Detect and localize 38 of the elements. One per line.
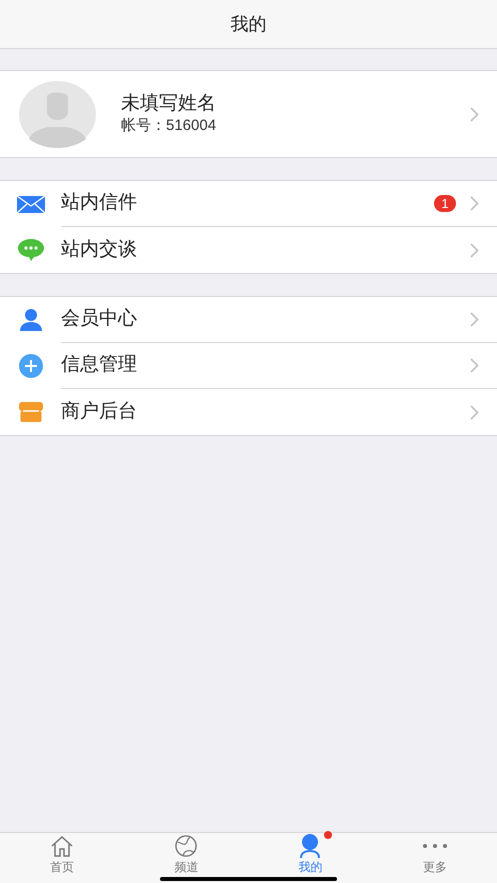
profile-card[interactable]: 未填写姓名 帐号：516004 [0,70,497,158]
menu-label: 信息管理 [61,353,138,378]
menu-label: 商户后台 [61,400,138,424]
tab-label: 更多 [422,859,447,875]
tab[interactable]: 首页 [0,833,124,883]
unread-count: 1 [434,195,456,212]
globe-icon [174,835,198,857]
envelope-icon [16,196,44,212]
tab[interactable]: 更多 [372,833,497,883]
store-icon [18,402,42,422]
speech-bubble-icon [18,239,44,261]
menu-label: 站内交谈 [61,238,138,262]
account-number: 帐号：516004 [121,116,218,136]
tab[interactable]: 频道 [124,833,248,883]
tab-label: 频道 [174,859,198,875]
menu-item[interactable]: 会员中心 [0,297,497,343]
menu-item[interactable]: 信息管理 [0,343,497,389]
more-icon [422,843,448,849]
menu-label: 站内信件 [61,191,138,216]
chevron-icon [470,242,479,258]
home-icon [50,835,74,857]
person-icon [20,309,42,331]
user-name: 未填写姓名 [121,92,217,116]
menu-item[interactable]: 站内交谈 [0,227,497,273]
page-title: 我的 [230,12,266,36]
chevron-icon [470,106,479,122]
plus-icon [18,354,42,378]
tab-label: 我的 [298,859,323,875]
chevron-icon [470,196,479,211]
avatar-icon [19,80,96,148]
menu-item[interactable]: 商户后台 [0,389,497,435]
chevron-icon [470,358,479,373]
tab[interactable]: 我的 [248,833,373,883]
tab-label: 首页 [50,859,74,875]
chevron-icon [470,312,479,327]
menu-item[interactable]: 站内信件 1 [0,181,497,227]
menu-label: 会员中心 [61,307,138,332]
chevron-icon [470,404,479,420]
